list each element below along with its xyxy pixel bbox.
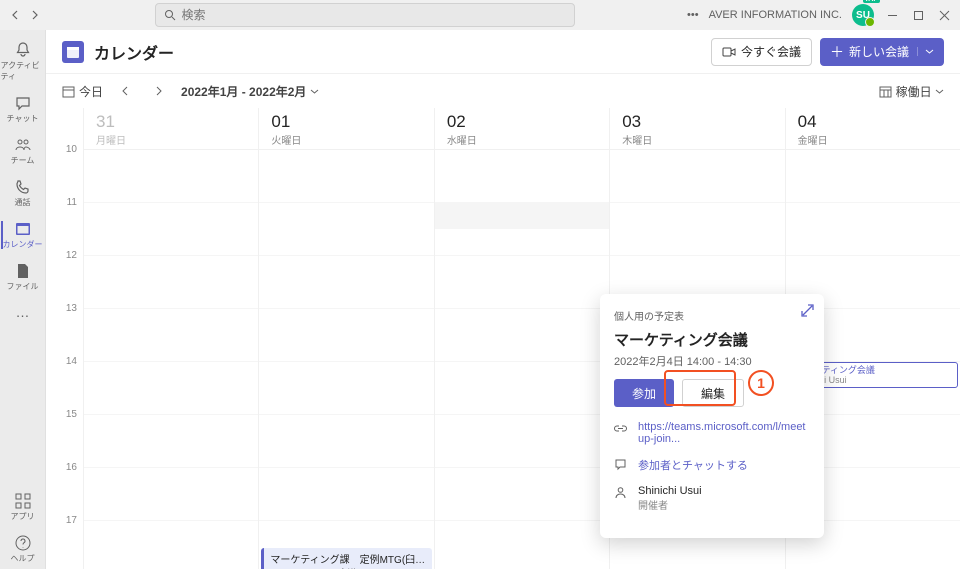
join-button[interactable]: 参加: [614, 379, 674, 407]
edit-button[interactable]: 編集: [682, 379, 744, 407]
search-input[interactable]: [182, 8, 566, 22]
expand-icon[interactable]: [801, 304, 814, 317]
plus-icon: ＋: [830, 42, 844, 62]
chat-icon: [14, 94, 32, 112]
avatar[interactable]: SU: [852, 4, 874, 26]
file-icon: [14, 262, 32, 280]
date-range[interactable]: 2022年1月 - 2022年2月: [181, 83, 319, 100]
forward-button[interactable]: [26, 7, 42, 23]
close-button[interactable]: [936, 7, 952, 23]
search-icon: [164, 9, 176, 21]
chevron-down-icon[interactable]: [917, 47, 934, 56]
back-button[interactable]: [8, 7, 24, 23]
organizer-role: 開催者: [638, 497, 702, 512]
chat-icon: [614, 458, 628, 471]
meet-now-button[interactable]: 今すぐ会議: [711, 38, 812, 66]
rail-chat[interactable]: チャット: [1, 89, 45, 129]
popup-event-title: マーケティング会議: [614, 329, 810, 350]
popup-calendar-label: 個人用の予定表: [614, 308, 810, 323]
popup-event-time: 2022年2月4日 14:00 - 14:30: [614, 353, 810, 369]
search-box[interactable]: [155, 3, 575, 27]
chevron-down-icon: [935, 87, 944, 96]
event-recurring-mtg[interactable]: マーケティング課 定例MTG(臼井さん、宮崎) Microsoft Teams …: [261, 548, 431, 569]
phone-icon: [14, 178, 32, 196]
rail-calendar[interactable]: カレンダー: [1, 215, 45, 255]
rail-activity[interactable]: アクティビティ: [1, 36, 45, 87]
annotation-badge: 1: [748, 370, 774, 396]
organizer-name: Shinichi Usui: [638, 485, 702, 497]
minimize-button[interactable]: [884, 7, 900, 23]
next-button[interactable]: [149, 86, 167, 96]
day-column-mon[interactable]: 31月曜日: [84, 108, 259, 569]
chat-with-participants[interactable]: 参加者とチャットする: [638, 457, 748, 473]
calendar-view-icon: [879, 85, 892, 98]
link-icon: [614, 422, 628, 435]
rail-files[interactable]: ファイル: [1, 257, 45, 297]
rail-calls[interactable]: 通話: [1, 173, 45, 213]
event-details-popup: 個人用の予定表 マーケティング会議 2022年2月4日 14:00 - 14:3…: [600, 294, 824, 538]
view-selector[interactable]: 稼働日: [896, 83, 944, 100]
apps-icon: [14, 492, 32, 510]
new-meeting-button[interactable]: ＋ 新しい会議: [820, 38, 944, 66]
more-icon[interactable]: •••: [687, 9, 699, 21]
rail-more[interactable]: …: [1, 299, 45, 325]
calendar-header-icon: [62, 41, 84, 63]
calendar-icon: [14, 220, 32, 238]
app-rail: アクティビティ チャット チーム 通話 カレンダー ファイル … アプリ: [0, 30, 46, 569]
teams-icon: [14, 136, 32, 154]
bell-icon: [14, 41, 32, 59]
help-icon: [14, 534, 32, 552]
day-column-wed[interactable]: 02水曜日: [435, 108, 610, 569]
meeting-link[interactable]: https://teams.microsoft.com/l/meetup-joi…: [638, 421, 810, 445]
day-column-tue[interactable]: 01火曜日 マーケティング課 定例MTG(臼井さん、宮崎) Microsoft …: [259, 108, 434, 569]
time-column: 1011121314151617: [46, 108, 84, 569]
page-title: カレンダー: [94, 40, 174, 64]
rail-help[interactable]: ヘルプ: [1, 529, 45, 569]
calendar-small-icon: [62, 85, 75, 98]
rail-apps[interactable]: アプリ: [1, 487, 45, 527]
prev-button[interactable]: [117, 86, 135, 96]
chevron-down-icon: [310, 87, 319, 96]
org-name: AVER INFORMATION INC.: [709, 9, 842, 21]
video-icon: [722, 45, 736, 59]
maximize-button[interactable]: [910, 7, 926, 23]
rail-teams[interactable]: チーム: [1, 131, 45, 171]
person-icon: [614, 486, 628, 499]
today-button[interactable]: 今日: [62, 83, 103, 100]
